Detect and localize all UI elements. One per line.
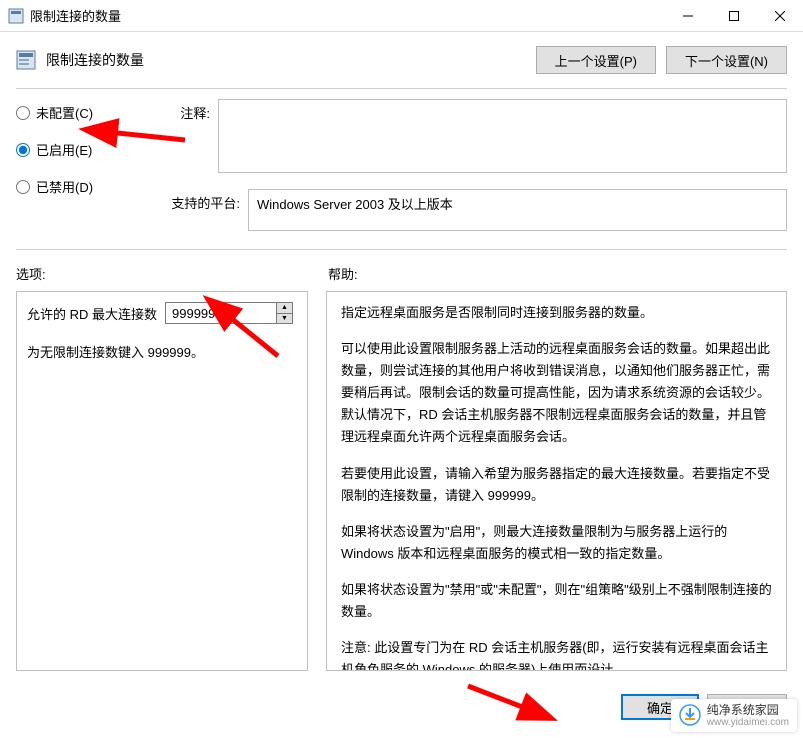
max-connections-spinner[interactable]: ▲ ▼ <box>165 302 293 324</box>
watermark-url: www.yidaimei.com <box>707 717 789 728</box>
divider <box>16 88 787 89</box>
options-hint: 为无限制连接数键入 999999。 <box>27 342 297 361</box>
close-button[interactable] <box>757 0 803 32</box>
help-p5: 如果将状态设置为"禁用"或"未配置"，则在"组策略"级别上不强制限制连接的数量。 <box>341 579 772 623</box>
platform-value: Windows Server 2003 及以上版本 <box>257 197 453 212</box>
window-title: 限制连接的数量 <box>30 6 665 25</box>
help-p2: 可以使用此设置限制服务器上活动的远程桌面服务会话的数量。如果超出此数量，则尝试连… <box>341 338 772 448</box>
comment-label: 注释: <box>168 99 210 122</box>
comment-textarea[interactable] <box>218 99 787 173</box>
options-panel: 允许的 RD 最大连接数 ▲ ▼ 为无限制连接数键入 999999。 <box>16 291 308 671</box>
radio-enabled-label: 已启用(E) <box>36 140 92 159</box>
policy-icon <box>16 50 36 70</box>
radio-disabled-input[interactable] <box>16 180 30 194</box>
max-connections-input[interactable] <box>166 303 276 323</box>
radio-disabled-label: 已禁用(D) <box>36 177 93 196</box>
help-p3: 若要使用此设置，请输入希望为服务器指定的最大连接数量。若要指定不受限制的连接数量… <box>341 463 772 507</box>
next-setting-button[interactable]: 下一个设置(N) <box>666 46 787 74</box>
spinner-down-button[interactable]: ▼ <box>277 314 292 324</box>
radio-not-configured-input[interactable] <box>16 106 30 120</box>
platform-label: 支持的平台: <box>168 189 240 212</box>
maximize-button[interactable] <box>711 0 757 32</box>
max-connections-label: 允许的 RD 最大连接数 <box>27 304 157 323</box>
radio-not-configured-label: 未配置(C) <box>36 103 93 122</box>
divider <box>16 249 787 250</box>
help-panel: 指定远程桌面服务是否限制同时连接到服务器的数量。 可以使用此设置限制服务器上活动… <box>326 291 787 671</box>
options-label: 选项: <box>16 260 308 287</box>
window-controls <box>665 0 803 32</box>
radio-enabled-input[interactable] <box>16 143 30 157</box>
header: 限制连接的数量 上一个设置(P) 下一个设置(N) <box>0 32 803 84</box>
radio-not-configured[interactable]: 未配置(C) <box>16 103 164 122</box>
spinner-up-button[interactable]: ▲ <box>277 303 292 314</box>
watermark: 纯净系统家园 www.yidaimei.com <box>671 699 797 732</box>
prev-setting-button[interactable]: 上一个设置(P) <box>536 46 656 74</box>
titlebar: 限制连接的数量 <box>0 0 803 32</box>
platform-box: Windows Server 2003 及以上版本 <box>248 189 787 231</box>
help-p4: 如果将状态设置为"启用"，则最大连接数量限制为与服务器上运行的 Windows … <box>341 521 772 565</box>
app-icon <box>8 8 24 24</box>
help-label: 帮助: <box>328 260 787 287</box>
state-radio-group: 未配置(C) 已启用(E) 已禁用(D) <box>16 99 164 231</box>
help-p1: 指定远程桌面服务是否限制同时连接到服务器的数量。 <box>341 302 772 324</box>
radio-disabled[interactable]: 已禁用(D) <box>16 177 164 196</box>
minimize-button[interactable] <box>665 0 711 32</box>
watermark-logo-icon <box>679 704 701 726</box>
page-title: 限制连接的数量 <box>46 50 526 70</box>
watermark-name: 纯净系统家园 <box>707 703 789 717</box>
help-p6: 注意: 此设置专门为在 RD 会话主机服务器(即，运行安装有远程桌面会话主机角色… <box>341 637 772 671</box>
radio-enabled[interactable]: 已启用(E) <box>16 140 164 159</box>
